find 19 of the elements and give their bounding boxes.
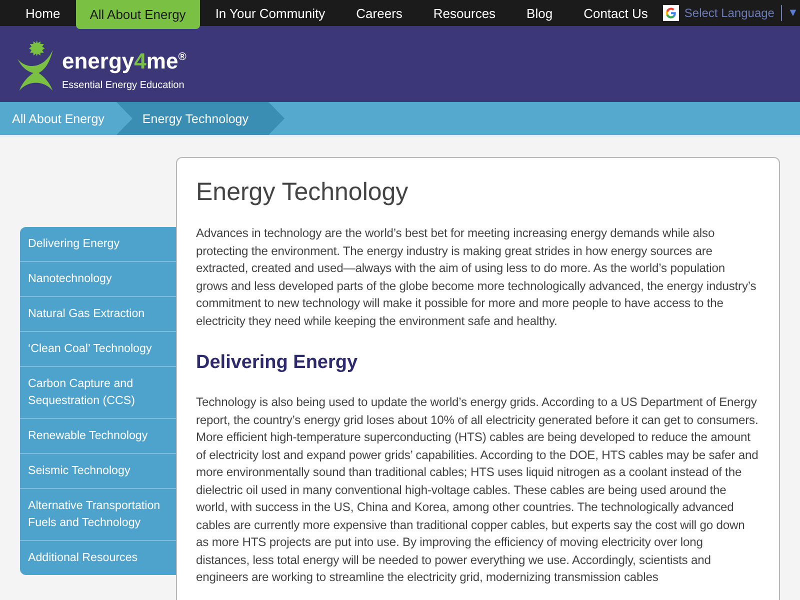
nav-link[interactable]: Contact Us [568, 0, 664, 26]
sidebar-item[interactable]: Additional Resources [20, 541, 176, 575]
breadcrumb-link[interactable]: Energy Technology [116, 102, 285, 135]
nav-link[interactable]: All About Energy [76, 0, 200, 29]
intro-paragraph: Advances in technology are the world’s best bet for meeting increasing energy demands while also protecting the environment. The energy industry is making great strides in how energy sources are extracted, created and used—always with the aim of using less to do more. As the world’s population grows and less developed parts of the globe become more technologically advanced, the energy industry’s commitment to new technology will make it possible for more and more people to have access to the electricity they need while keeping the environment safe and healthy. [196, 225, 758, 330]
breadcrumb-link[interactable]: All About Energy [0, 102, 116, 135]
section-paragraph: Technology is also being used to update the world’s energy grids. According to a US Department of Energy report, the country’s energy grid loses about 10% of all electricity generated before it can get to consumers. More efficient high-temperature superconducting (HTS) cables are being developed to reduce the amount of electricity lost and expand power grids’ capabilities. According to the DOE, HTS cables may be safer and more environmentally sound than traditional cables; HTS uses liquid nitrogen as a coolant instead of the dielectric oil used in many conventional high-voltage cables. These cables are being used around the world, with success in the US, China and Korea, among other countries. The technologically advanced cables are currently more expensive than traditional copper cables, but experts say the cost will go down as more HTS projects are put into use. By improving the efficiency of moving electricity over long distances, less total energy will be needed to power everything we use. Accordingly, scientists and engineers are working to streamline the electricity grid, modernizing transmission cables [196, 394, 759, 586]
language-select[interactable]: Select Language [684, 6, 774, 20]
nav-link[interactable]: Resources [418, 0, 512, 26]
logo-wordmark: energy4me$^{®}$ [62, 48, 186, 74]
nav-link[interactable]: Home [10, 0, 76, 26]
nav-link[interactable]: In Your Community [200, 0, 341, 26]
logo-tagline: Essential Energy Education [62, 80, 186, 91]
nav-link[interactable]: Blog [511, 0, 568, 26]
section-heading: Delivering Energy [196, 352, 359, 374]
nav-link[interactable]: Careers [340, 0, 418, 26]
page-title: Energy Technology [196, 178, 410, 207]
caret-icon[interactable]: ▼ [787, 7, 798, 19]
google-icon [663, 5, 680, 21]
